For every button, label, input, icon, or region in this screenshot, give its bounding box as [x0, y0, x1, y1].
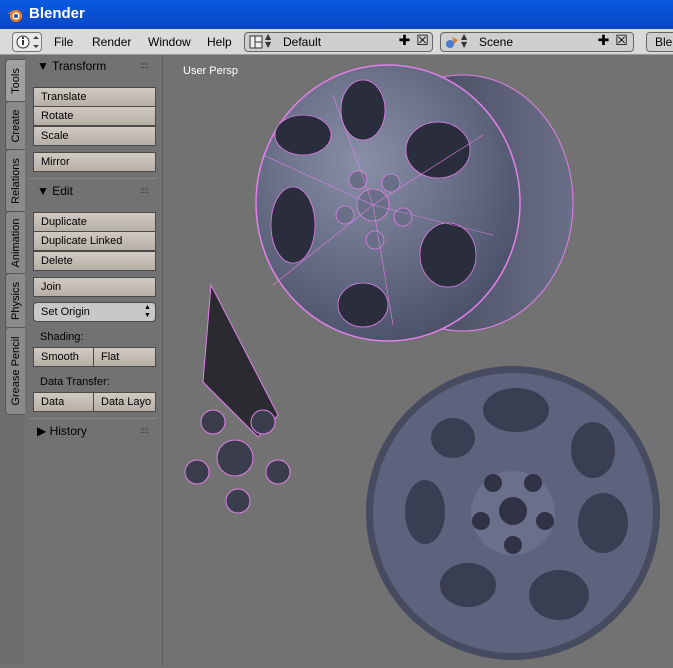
tab-grease-pencil-label: Grease Pencil: [9, 336, 22, 406]
tab-create[interactable]: Create: [5, 101, 26, 151]
remove-layout-icon[interactable]: ☒: [415, 34, 430, 49]
menu-help[interactable]: Help: [207, 35, 232, 49]
editor-type-button[interactable]: [12, 32, 42, 52]
3d-viewport[interactable]: User Persp: [163, 55, 673, 665]
history-panel-header[interactable]: ▶ History: [37, 424, 87, 438]
info-icon: [16, 35, 39, 49]
remove-scene-icon[interactable]: ☒: [614, 34, 629, 49]
chevron-updown-icon: ▲ ▼: [265, 32, 272, 49]
drag-handle-icon[interactable]: ::::: [140, 426, 149, 436]
scene-icon: [446, 37, 458, 48]
scene-selector[interactable]: ▲ ▼ Scene ✚ ☒: [440, 32, 634, 52]
layout-icon: [249, 35, 263, 49]
duplicate-button[interactable]: Duplicate: [33, 212, 156, 232]
tab-animation-label: Animation: [9, 218, 22, 268]
add-scene-icon[interactable]: ✚: [596, 34, 611, 49]
view-label: User Persp: [183, 65, 239, 77]
add-layout-icon[interactable]: ✚: [397, 34, 412, 49]
smooth-shading-button[interactable]: Smooth: [33, 347, 95, 367]
screen-layout-selector[interactable]: ▲ ▼ Default ✚ ☒: [244, 32, 433, 52]
drag-handle-icon[interactable]: ::::: [140, 61, 149, 71]
data-transfer-label: Data Transfer:: [40, 376, 110, 388]
join-button[interactable]: Join: [33, 277, 156, 297]
history-panel-title: History: [49, 424, 87, 438]
flat-shading-button[interactable]: Flat: [93, 347, 156, 367]
tab-animation[interactable]: Animation: [5, 211, 26, 275]
render-engine-name[interactable]: Ble: [655, 35, 672, 49]
shading-label: Shading:: [40, 331, 84, 343]
tab-relations-label: Relations: [9, 158, 22, 204]
transform-panel-title: Transform: [52, 59, 107, 73]
menu-file[interactable]: File: [54, 35, 73, 49]
edit-panel-title: Edit: [52, 184, 73, 198]
delete-button[interactable]: Delete: [33, 251, 156, 271]
scale-button[interactable]: Scale: [33, 126, 156, 146]
chevron-updown-icon: ▲ ▼: [144, 304, 151, 319]
menu-window[interactable]: Window: [148, 35, 191, 49]
panel-divider: [29, 418, 157, 419]
drag-handle-icon[interactable]: ::::: [140, 186, 149, 196]
translate-button[interactable]: Translate: [33, 87, 156, 107]
data-layout-button[interactable]: Data Layo: [93, 392, 156, 412]
chevron-updown-icon: ▲ ▼: [461, 32, 468, 49]
menu-render[interactable]: Render: [92, 35, 131, 49]
window-titlebar: Blender: [0, 0, 673, 29]
tab-physics-label: Physics: [9, 282, 22, 320]
tab-relations[interactable]: Relations: [5, 149, 26, 213]
set-origin-dropdown[interactable]: Set Origin ▲ ▼: [33, 302, 156, 322]
wheel-mesh[interactable]: [366, 366, 660, 660]
window-title: Blender: [29, 5, 85, 22]
render-engine-selector[interactable]: Ble: [646, 32, 673, 52]
cutter-object-mesh[interactable]: [184, 283, 291, 514]
panel-divider: [29, 178, 157, 179]
selected-wheel-mesh[interactable]: [255, 64, 574, 342]
tab-tools[interactable]: Tools: [5, 59, 26, 103]
info-header: File Render Window Help ▲ ▼ Default ✚ ☒ ▲…: [0, 29, 673, 55]
mirror-button[interactable]: Mirror: [33, 152, 156, 172]
duplicate-linked-button[interactable]: Duplicate Linked: [33, 231, 156, 251]
scene-render[interactable]: [163, 55, 673, 665]
rotate-button[interactable]: Rotate: [33, 106, 156, 126]
transform-panel-header[interactable]: ▼ Transform: [37, 59, 106, 73]
tab-physics[interactable]: Physics: [5, 273, 26, 329]
tab-grease-pencil[interactable]: Grease Pencil: [5, 327, 26, 415]
toolshelf-tabs: Tools Create Relations Animation Physics…: [0, 55, 26, 665]
scene-name[interactable]: Scene: [479, 35, 513, 49]
tab-tools-label: Tools: [9, 68, 22, 94]
tab-create-label: Create: [9, 109, 22, 143]
screen-layout-name[interactable]: Default: [283, 35, 321, 49]
blender-logo-icon: [7, 10, 22, 22]
edit-panel-header[interactable]: ▼ Edit: [37, 184, 73, 198]
data-transfer-button[interactable]: Data: [33, 392, 95, 412]
